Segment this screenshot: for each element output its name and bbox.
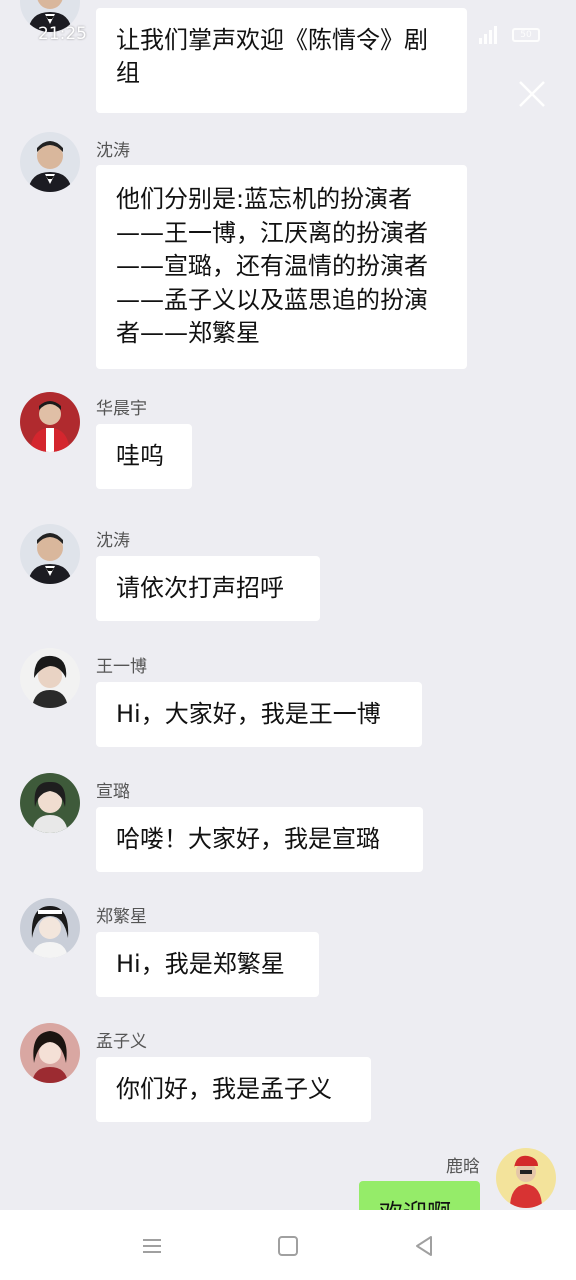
avatar[interactable] [20,132,80,192]
message-bubble[interactable]: 欢迎啊 [359,1181,480,1210]
chat-area[interactable]: 让我们掌声欢迎《陈情令》剧组 沈涛 他们分别是:蓝忘机的扮演者——王一博，江厌离… [0,0,576,1210]
message-bubble[interactable]: 请依次打声招呼 [96,556,320,621]
back-icon[interactable] [410,1232,438,1260]
sender-name: 沈涛 [96,141,130,161]
avatar[interactable] [20,773,80,833]
message-bubble[interactable]: 让我们掌声欢迎《陈情令》剧组 [96,8,467,113]
avatar[interactable] [20,1023,80,1083]
sender-name: 宣璐 [96,782,130,802]
avatar[interactable] [20,648,80,708]
home-icon[interactable] [274,1232,302,1260]
sender-name: 孟子义 [96,1032,147,1052]
avatar[interactable] [20,392,80,452]
close-icon[interactable] [514,76,550,112]
avatar[interactable] [20,898,80,958]
avatar[interactable] [20,524,80,584]
message-bubble[interactable]: 哇呜 [96,424,192,489]
message-bubble[interactable]: Hi，我是郑繁星 [96,932,319,997]
message-bubble[interactable]: Hi，大家好，我是王一博 [96,682,422,747]
message-bubble[interactable]: 你们好，我是孟子义 [96,1057,371,1122]
sender-name: 沈涛 [96,531,130,551]
avatar[interactable] [496,1148,556,1208]
sender-name: 郑繁星 [96,907,147,927]
navigation-bar [0,1210,576,1280]
menu-icon[interactable] [138,1232,166,1260]
sender-name: 华晨宇 [96,399,147,419]
sender-name: 鹿晗 [446,1157,480,1177]
message-bubble[interactable]: 哈喽！大家好，我是宣璐 [96,807,423,872]
message-bubble[interactable]: 他们分别是:蓝忘机的扮演者——王一博，江厌离的扮演者——宣璐，还有温情的扮演者—… [96,165,467,369]
sender-name: 王一博 [96,657,147,677]
avatar[interactable] [20,0,80,32]
